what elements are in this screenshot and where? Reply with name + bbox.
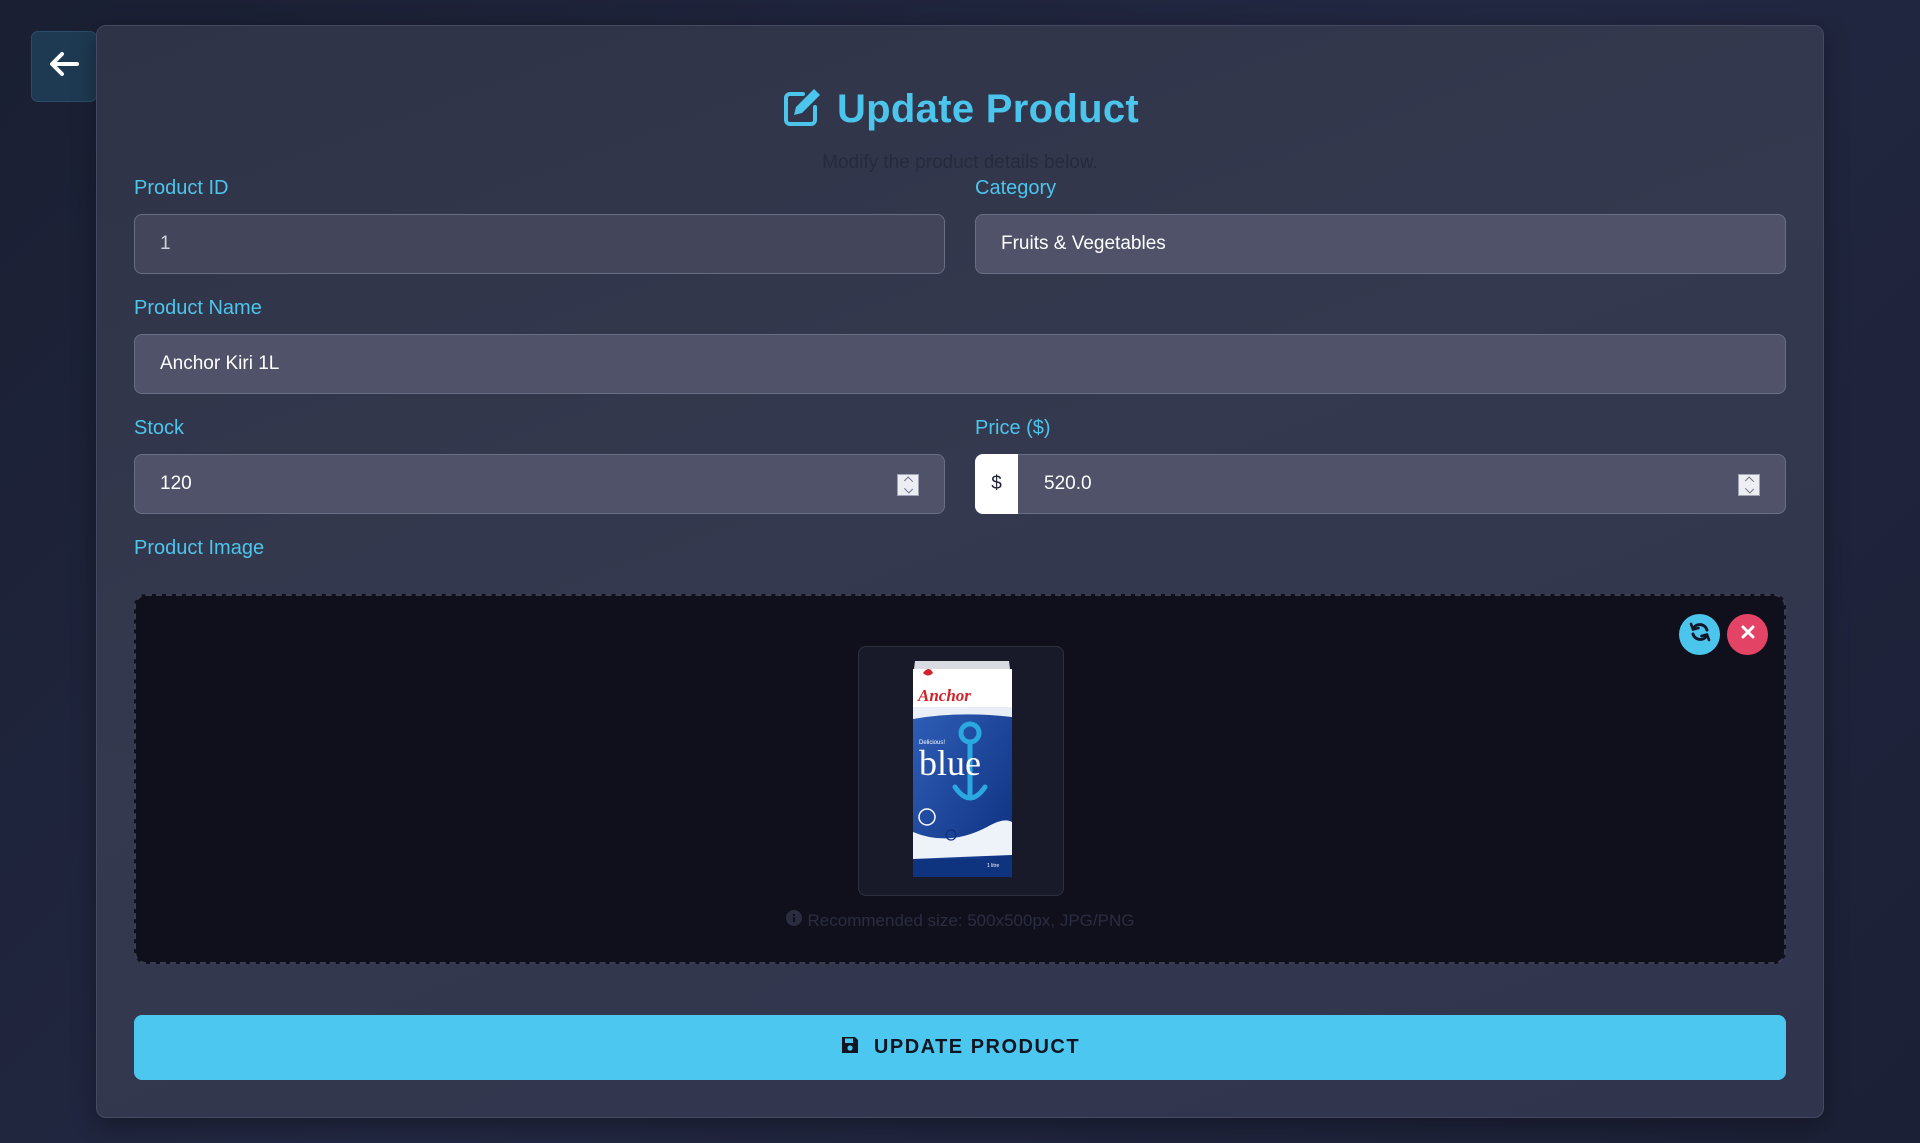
page-subtitle: Modify the product details below. bbox=[822, 152, 1098, 173]
currency-addon: $ bbox=[975, 454, 1018, 514]
category-field[interactable]: Fruits & Vegetables bbox=[975, 214, 1786, 274]
price-label: Price ($) bbox=[975, 417, 1051, 439]
stepper-down-icon bbox=[903, 484, 913, 494]
stepper-down-icon bbox=[1744, 484, 1754, 494]
update-product-button[interactable]: UPDATE PRODUCT bbox=[134, 1015, 1786, 1080]
save-icon bbox=[840, 1035, 860, 1060]
edit-icon bbox=[781, 86, 823, 133]
image-dropzone[interactable]: Anchor Delicious! blue 1 litre Recommend… bbox=[134, 594, 1786, 964]
page-header: Update Product bbox=[97, 86, 1823, 133]
image-hint-text: Recommended size: 500x500px, JPG/PNG bbox=[807, 910, 1135, 930]
price-value: 520.0 bbox=[1044, 473, 1092, 494]
price-field[interactable]: 520.0 bbox=[975, 454, 1786, 514]
product-image: Anchor Delicious! blue 1 litre bbox=[913, 661, 1012, 877]
product-id-value: 1 bbox=[160, 233, 171, 254]
page-title: Update Product bbox=[837, 87, 1139, 131]
volume-text: 1 litre bbox=[987, 863, 999, 869]
close-icon bbox=[1739, 623, 1757, 646]
category-value: Fruits & Vegetables bbox=[1001, 233, 1166, 254]
brand-logo-text: Anchor bbox=[917, 686, 971, 705]
stock-label: Stock bbox=[134, 417, 185, 439]
category-label: Category bbox=[975, 177, 1057, 199]
product-name-value: Anchor Kiri 1L bbox=[160, 353, 280, 374]
product-id-field[interactable]: 1 bbox=[134, 214, 945, 274]
update-product-label: UPDATE PRODUCT bbox=[873, 1036, 1081, 1058]
image-preview: Anchor Delicious! blue 1 litre bbox=[858, 646, 1064, 896]
info-icon bbox=[785, 910, 802, 931]
arrow-left-icon bbox=[49, 51, 79, 82]
product-id-label: Product ID bbox=[134, 177, 229, 199]
product-image-label: Product Image bbox=[134, 537, 265, 559]
replace-image-button[interactable] bbox=[1679, 614, 1720, 655]
stock-value: 120 bbox=[160, 473, 192, 494]
image-size-hint: Recommended size: 500x500px, JPG/PNG bbox=[136, 910, 1784, 931]
product-logo-text: blue bbox=[919, 743, 981, 783]
remove-image-button[interactable] bbox=[1727, 614, 1768, 655]
product-name-field[interactable]: Anchor Kiri 1L bbox=[134, 334, 1786, 394]
stock-stepper[interactable] bbox=[897, 474, 919, 496]
price-stepper[interactable] bbox=[1738, 474, 1760, 496]
refresh-icon bbox=[1688, 620, 1712, 649]
product-name-label: Product Name bbox=[134, 297, 262, 319]
back-button[interactable] bbox=[31, 31, 97, 102]
stock-field[interactable]: 120 bbox=[134, 454, 945, 514]
